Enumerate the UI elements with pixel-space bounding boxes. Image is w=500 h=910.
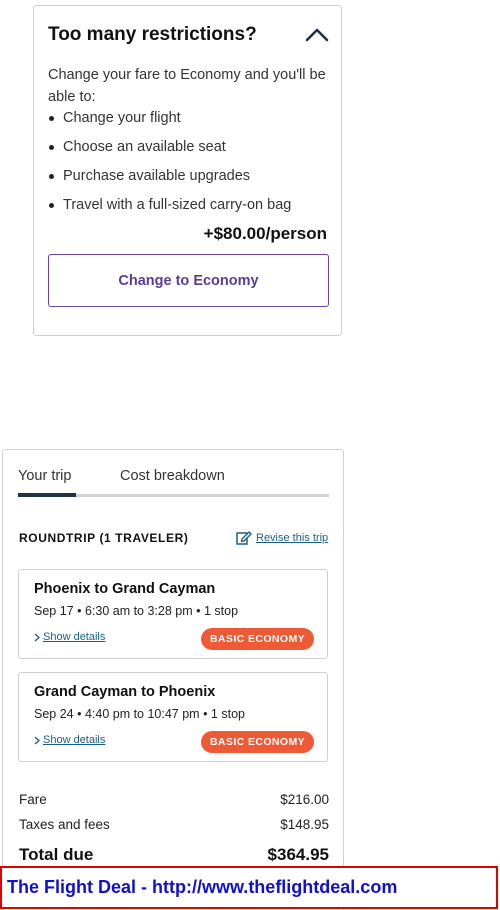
restrictions-title: Too many restrictions? [48,24,257,45]
active-tab-indicator [18,493,76,497]
revise-trip-link[interactable]: Revise this trip [236,530,328,545]
taxes-value: $148.95 [280,817,329,832]
list-item: Choose an available seat [48,136,291,165]
restrictions-card: Too many restrictions? Change your fare … [33,5,342,336]
flight-route: Phoenix to Grand Cayman [34,581,216,597]
flight-time: Sep 24 • 4:40 pm to 10:47 pm • 1 stop [34,707,245,721]
trip-summary-card: Your trip Cost breakdown ROUNDTRIP (1 TR… [2,449,344,910]
flight-time: Sep 17 • 6:30 am to 3:28 pm • 1 stop [34,604,239,618]
tab-your-trip[interactable]: Your trip [18,468,71,484]
trip-heading: ROUNDTRIP (1 TRAVELER) [19,531,189,545]
edit-icon [236,531,252,545]
fare-value: $216.00 [280,792,329,807]
show-details-link[interactable]: Show details [34,734,105,746]
fare-label: Fare [19,792,47,807]
change-to-economy-button[interactable]: Change to Economy [48,254,329,307]
taxes-label: Taxes and fees [19,817,110,832]
benefit-text: Choose an available seat [63,139,226,155]
watermark-banner: The Flight Deal - http://www.theflightde… [0,866,498,909]
bullet-icon [49,174,54,179]
chevron-right-icon [34,736,40,744]
fare-class-badge: BASIC ECONOMY [200,731,314,753]
total-row: Total due $364.95 [19,845,329,865]
flight-route: Grand Cayman to Phoenix [34,684,216,700]
benefits-list: Change your flight Choose an available s… [48,107,291,223]
trip-tabs: Your trip Cost breakdown [18,468,329,498]
total-label: Total due [19,845,94,864]
benefit-text: Purchase available upgrades [63,168,251,184]
show-details-label: Show details [43,631,106,643]
bullet-icon [49,116,54,121]
fare-row: Fare $216.00 [19,792,329,807]
watermark-text: The Flight Deal - http://www.theflightde… [7,877,398,897]
restrictions-intro: Change your fare to Economy and you'll b… [48,67,326,105]
fare-class-badge: BASIC ECONOMY [200,628,314,650]
chevron-up-icon[interactable] [304,24,330,44]
benefit-text: Travel with a full-sized carry-on bag [63,197,292,213]
upgrade-price: +$80.00/person [203,224,327,243]
list-item: Change your flight [48,107,291,136]
revise-trip-label: Revise this trip [256,531,329,544]
tab-cost-breakdown[interactable]: Cost breakdown [120,468,225,484]
show-details-link[interactable]: Show details [34,631,105,643]
bullet-icon [49,145,54,150]
benefit-text: Change your flight [63,110,181,126]
show-details-label: Show details [43,734,106,746]
list-item: Travel with a full-sized carry-on bag [48,194,291,223]
list-item: Purchase available upgrades [48,165,291,194]
bullet-icon [49,203,54,208]
total-value: $364.95 [267,845,329,864]
flight-card-outbound: Phoenix to Grand Cayman Sep 17 • 6:30 am… [18,569,328,659]
taxes-row: Taxes and fees $148.95 [19,817,329,832]
chevron-right-icon [34,633,40,641]
flight-card-return: Grand Cayman to Phoenix Sep 24 • 4:40 pm… [18,672,328,762]
